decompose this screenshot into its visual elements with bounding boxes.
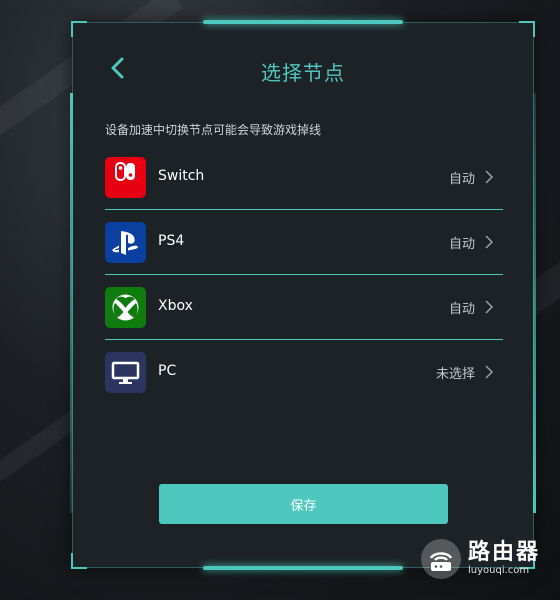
- platform-row-pc[interactable]: PC 未选择: [105, 340, 503, 404]
- chevron-right-icon: [485, 365, 494, 379]
- playstation-icon: [105, 222, 146, 263]
- platform-row-ps4[interactable]: PS4 自动: [105, 210, 503, 275]
- node-value: 自动: [448, 302, 475, 317]
- bottom-accent-bar: [203, 566, 403, 570]
- left-accent-bar: [70, 93, 73, 513]
- platform-row-switch[interactable]: Switch 自动: [105, 145, 503, 210]
- chevron-right-icon: [485, 170, 494, 184]
- node-value: 自动: [448, 237, 475, 252]
- right-accent-bar: [533, 93, 536, 513]
- platform-list: Switch 自动 PS4 自动 Xbox 自动 PC 未选择: [105, 145, 503, 404]
- watermark: 路由器 luyouqi.com: [420, 538, 540, 580]
- platform-label: Switch: [158, 168, 205, 184]
- warning-hint: 设备加速中切换节点可能会导致游戏掉线: [105, 123, 322, 137]
- chevron-right-icon: [485, 235, 494, 249]
- page-title: 选择节点: [261, 61, 345, 85]
- platform-label: PS4: [158, 233, 185, 249]
- corner-decoration: [71, 553, 87, 569]
- xbox-icon: [105, 287, 146, 328]
- platform-label: Xbox: [158, 298, 193, 314]
- save-button[interactable]: 保存: [159, 484, 448, 524]
- chevron-right-icon: [485, 300, 494, 314]
- watermark-url: luyouqi.com: [468, 565, 530, 576]
- nintendo-switch-icon: [105, 157, 146, 198]
- corner-decoration: [71, 21, 87, 37]
- platform-label: PC: [158, 363, 177, 379]
- watermark-title: 路由器: [468, 540, 541, 565]
- node-value: 未选择: [435, 367, 475, 382]
- top-accent-bar: [203, 20, 403, 24]
- node-value: 自动: [448, 172, 475, 187]
- monitor-icon: [105, 352, 146, 393]
- corner-decoration: [519, 21, 535, 37]
- router-logo-icon: [421, 539, 461, 579]
- platform-row-xbox[interactable]: Xbox 自动: [105, 275, 503, 340]
- node-select-dialog: 选择节点 设备加速中切换节点可能会导致游戏掉线 Switch 自动 PS4 自动…: [70, 20, 536, 570]
